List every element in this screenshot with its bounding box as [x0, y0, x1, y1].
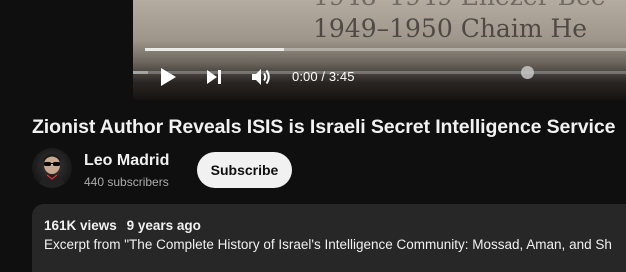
- description-box[interactable]: 161K views 9 years ago Excerpt from "The…: [32, 204, 626, 272]
- channel-avatar[interactable]: [32, 148, 72, 188]
- channel-name[interactable]: Leo Madrid: [84, 152, 169, 170]
- subscribe-button[interactable]: Subscribe: [197, 152, 292, 188]
- video-frame-text: 1949–1950 Chaim He: [313, 14, 588, 43]
- progress-buffered: [133, 71, 148, 74]
- watch-page: 1948–1949 Eliezer Bee 1949–1950 Chaim He: [0, 0, 626, 272]
- description-meta: 161K views 9 years ago: [44, 218, 201, 233]
- next-icon: [207, 70, 221, 84]
- description-text: Excerpt from "The Complete History of Is…: [44, 237, 612, 252]
- video-title: Zionist Author Reveals ISIS is Israeli S…: [32, 116, 616, 138]
- volume-button[interactable]: [247, 66, 275, 88]
- play-icon: [161, 68, 176, 86]
- subscriber-count: 440 subscribers: [84, 175, 169, 189]
- volume-icon: [252, 69, 270, 85]
- next-button[interactable]: [201, 66, 227, 88]
- video-player[interactable]: 1948–1949 Eliezer Bee 1949–1950 Chaim He: [133, 0, 626, 100]
- progress-scrubber-handle[interactable]: [521, 66, 535, 79]
- upload-age: 9 years ago: [126, 218, 201, 233]
- view-count: 161K views: [44, 218, 117, 233]
- page-background-left: [0, 0, 133, 100]
- play-button[interactable]: [155, 66, 181, 88]
- time-display: 0:00 / 3:45: [292, 69, 355, 84]
- progress-hover-bar: [145, 48, 626, 51]
- video-frame-text-top: 1948–1949 Eliezer Bee: [313, 0, 606, 11]
- avatar-image: [38, 154, 66, 188]
- progress-hover-fill: [145, 48, 285, 51]
